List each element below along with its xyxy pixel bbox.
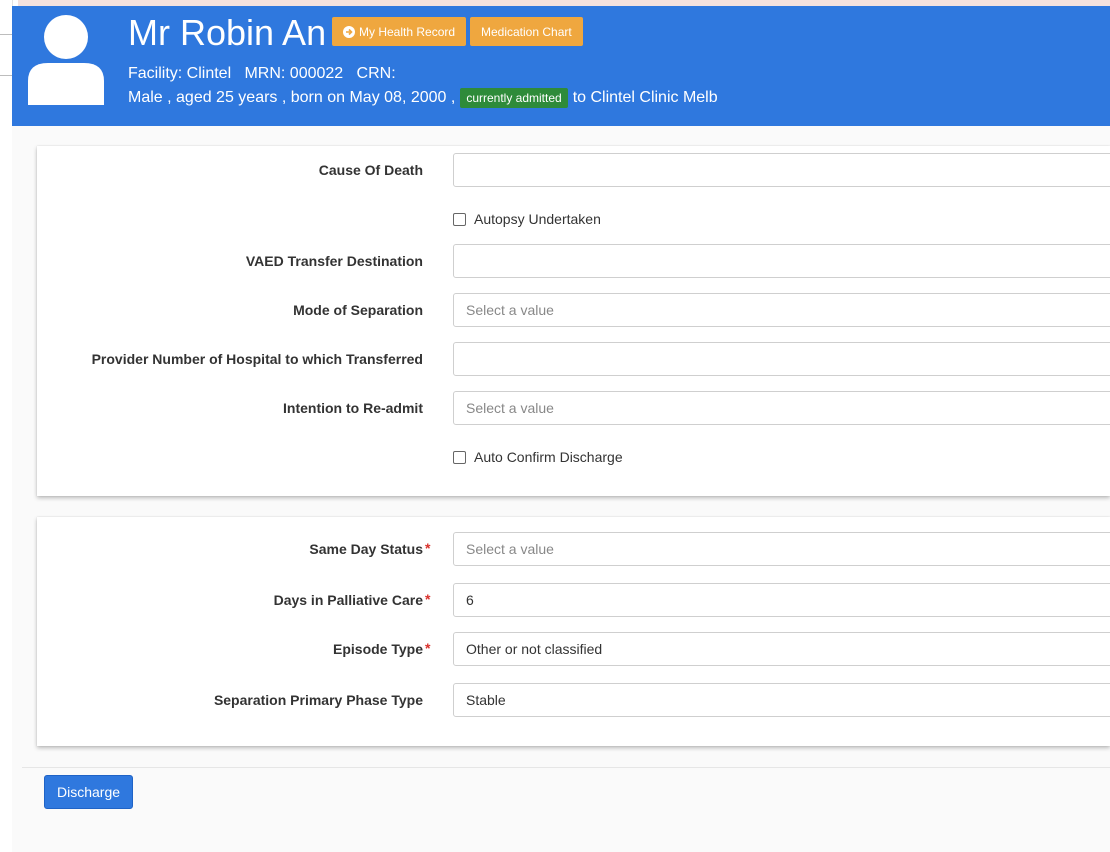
checkbox-box[interactable] [453, 212, 466, 226]
auto-confirm-label: Auto Confirm Discharge [474, 449, 623, 465]
provider-number-label: Provider Number of Hospital to which Tra… [91, 351, 423, 367]
left-divider [0, 34, 12, 35]
autopsy-label: Autopsy Undertaken [474, 211, 601, 227]
separation-phase-select[interactable]: Stable [453, 683, 1110, 717]
days-palliative-input[interactable]: 6 [453, 583, 1110, 617]
left-divider [0, 75, 12, 76]
provider-number-input[interactable] [453, 342, 1110, 376]
checkbox-box[interactable] [453, 450, 466, 464]
patient-header: Mr Robin An My Health Record Medication … [12, 6, 1110, 126]
cause-of-death-label: Cause Of Death [318, 162, 423, 178]
medication-chart-button[interactable]: Medication Chart [470, 17, 583, 46]
autopsy-undertaken-checkbox[interactable]: Autopsy Undertaken [453, 211, 601, 227]
same-day-status-text: Same Day Status [309, 541, 423, 557]
patient-demographics: Male , aged 25 years , born on May 08, 2… [128, 87, 718, 109]
my-health-record-button[interactable]: My Health Record [332, 17, 467, 46]
patient-name: Mr Robin An [128, 12, 327, 53]
select-placeholder: Select a value [466, 400, 554, 416]
status-badge: currently admitted [460, 88, 568, 108]
mode-of-separation-label: Mode of Separation [293, 302, 423, 318]
arrow-circle-right-icon [343, 25, 355, 38]
patient-demo-text: Male , aged 25 years , born on May 08, 2… [128, 89, 456, 106]
vaed-transfer-input[interactable] [453, 244, 1110, 278]
medication-chart-label: Medication Chart [481, 24, 572, 39]
patient-location: to Clintel Clinic Melb [572, 89, 718, 106]
episode-type-text: Episode Type [333, 641, 423, 657]
separation-phase-label: Separation Primary Phase Type [213, 692, 423, 708]
required-marker: * [425, 640, 431, 656]
cause-of-death-input[interactable] [453, 153, 1110, 187]
footer-divider [22, 767, 1110, 768]
my-health-record-label: My Health Record [359, 24, 456, 39]
required-marker: * [425, 591, 431, 607]
same-day-status-select[interactable]: Select a value [453, 532, 1110, 566]
episode-type-label: Episode Type * [333, 640, 430, 657]
required-marker: * [425, 540, 431, 556]
intention-readmit-label: Intention to Re-admit [283, 400, 423, 416]
same-day-status-label: Same Day Status * [309, 540, 430, 557]
mode-of-separation-select[interactable]: Select a value [453, 293, 1110, 327]
intention-readmit-select[interactable]: Select a value [453, 391, 1110, 425]
discharge-button[interactable]: Discharge [44, 775, 133, 809]
auto-confirm-discharge-checkbox[interactable]: Auto Confirm Discharge [453, 449, 623, 465]
select-placeholder: Select a value [466, 302, 554, 318]
patient-ids: Facility: Clintel MRN: 000022 CRN: [128, 65, 396, 82]
select-placeholder: Select a value [466, 541, 554, 557]
days-palliative-text: Days in Palliative Care [273, 592, 423, 608]
user-avatar-icon [28, 15, 104, 105]
days-palliative-label: Days in Palliative Care * [273, 591, 431, 608]
episode-type-select[interactable]: Other or not classified [453, 632, 1110, 666]
vaed-transfer-label: VAED Transfer Destination [245, 253, 423, 269]
